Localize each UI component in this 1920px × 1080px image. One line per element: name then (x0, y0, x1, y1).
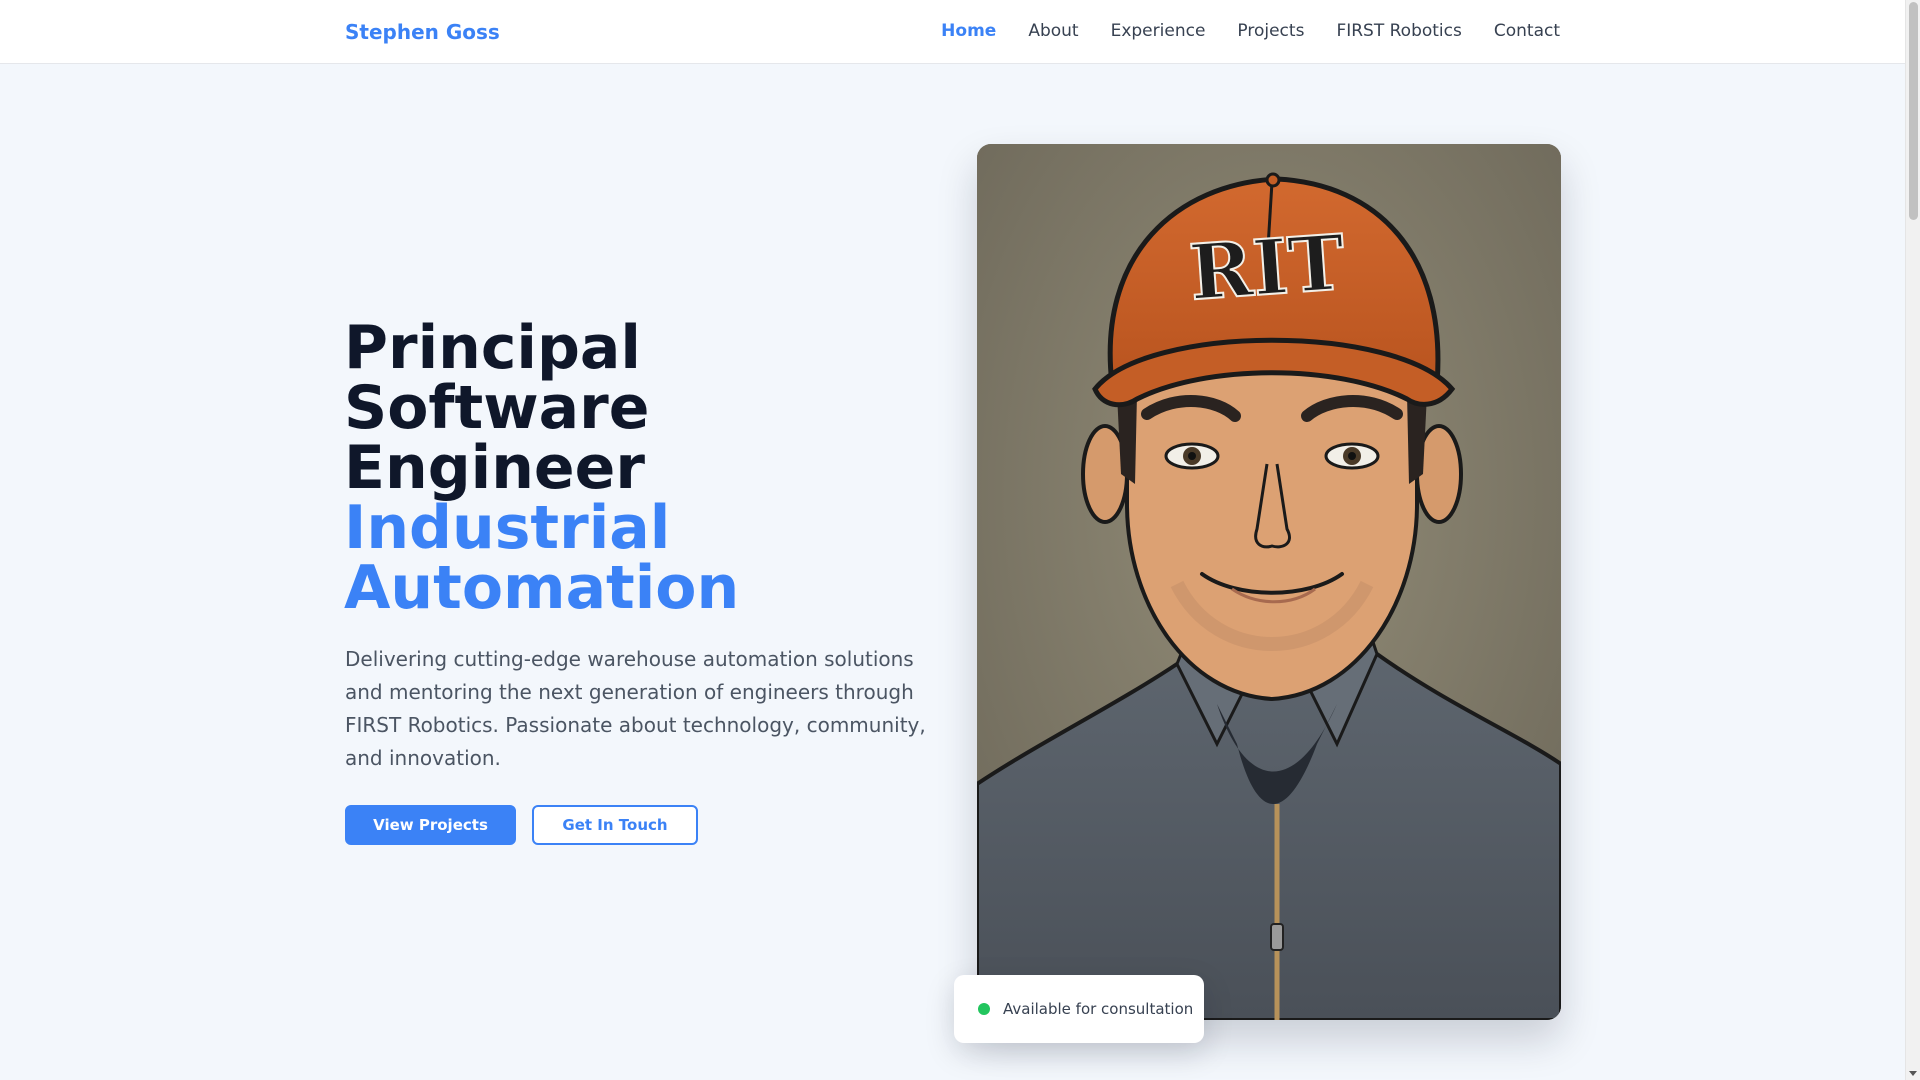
brand-logo[interactable]: Stephen Goss (345, 20, 500, 44)
nav-first-robotics[interactable]: FIRST Robotics (1336, 21, 1461, 41)
nav-about[interactable]: About (1028, 21, 1078, 41)
hero-accent-line: Industrial (344, 493, 671, 563)
hero-title-line: Engineer (344, 433, 645, 503)
availability-text: Available for consultation (1003, 1000, 1194, 1018)
page-scrollbar[interactable] (1905, 0, 1920, 1080)
hero-description: Delivering cutting-edge warehouse automa… (345, 647, 926, 770)
page: Stephen Goss Home About Experience Proje… (0, 0, 1920, 1080)
nav-projects[interactable]: Projects (1237, 21, 1304, 41)
hero-title-line: Principal (344, 313, 641, 383)
nav-contact[interactable]: Contact (1494, 21, 1560, 41)
main-nav: Home About Experience Projects FIRST Rob… (941, 21, 1560, 41)
scroll-down-arrow-icon[interactable] (1909, 1071, 1917, 1076)
nav-experience[interactable]: Experience (1111, 21, 1206, 41)
status-dot-icon (978, 1003, 990, 1015)
profile-portrait: RIT (977, 144, 1561, 1020)
scrollbar-thumb[interactable] (1909, 2, 1918, 220)
nav-home[interactable]: Home (941, 21, 996, 41)
hero-title-line: Software (344, 373, 650, 443)
availability-badge: Available for consultation (954, 975, 1204, 1043)
site-header: Stephen Goss Home About Experience Proje… (0, 0, 1905, 64)
get-in-touch-button[interactable]: Get In Touch (532, 805, 698, 845)
hero-title: Principal Software Engineer Industrial A… (344, 318, 739, 618)
view-projects-button[interactable]: View Projects (345, 805, 516, 845)
cap-logo-text: RIT (1187, 218, 1348, 318)
hero-accent-line: Automation (344, 553, 740, 623)
